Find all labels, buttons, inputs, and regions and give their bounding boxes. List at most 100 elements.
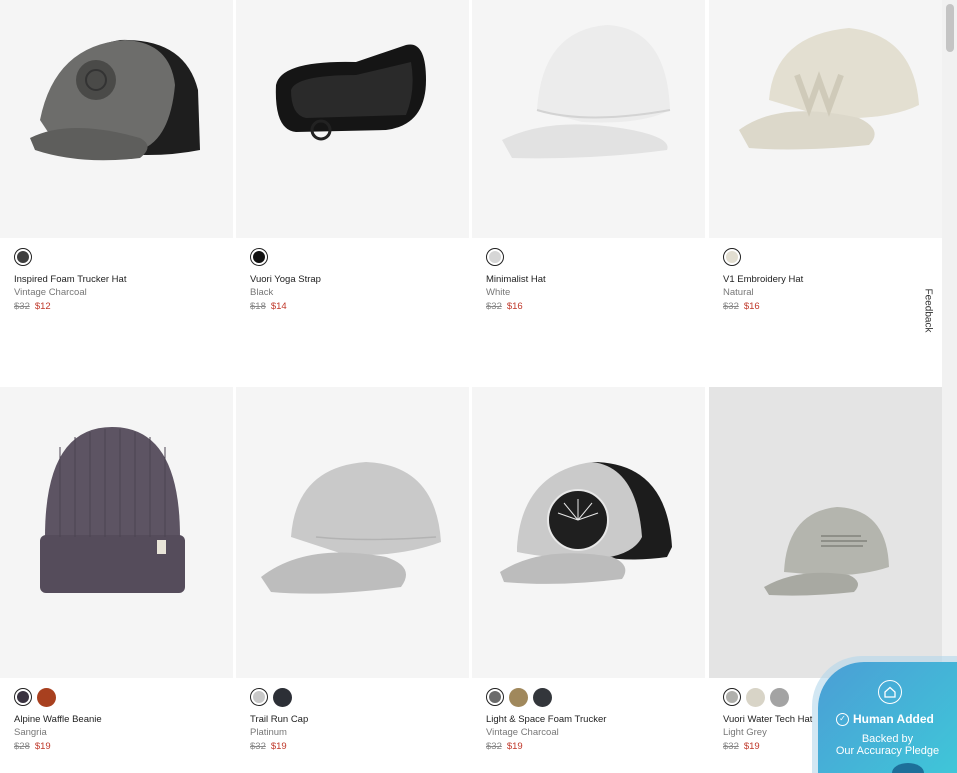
feedback-tab[interactable]: Feedback <box>918 280 938 340</box>
feedback-label: Feedback <box>922 288 934 332</box>
original-price: $32 <box>14 301 30 312</box>
product-price: $32 $16 <box>486 301 523 312</box>
color-swatches <box>250 688 292 710</box>
original-price: $28 <box>14 741 30 752</box>
original-price: $32 <box>486 301 502 312</box>
product-price: $32 $19 <box>250 741 287 752</box>
swatch-color-dot <box>253 691 265 703</box>
badge-subtitle-line2: Our Accuracy Pledge <box>835 745 940 757</box>
swatch-color-dot <box>489 251 501 263</box>
color-swatches <box>250 248 268 270</box>
human-added-badge[interactable]: ✓ Human Added Backed by Our Accuracy Ple… <box>818 662 957 773</box>
product-color: Sangria <box>14 727 47 738</box>
color-swatch[interactable] <box>533 688 552 707</box>
swatch-color-dot <box>37 688 56 707</box>
color-swatch[interactable] <box>723 688 741 706</box>
swatch-color-dot <box>17 691 29 703</box>
sale-price: $19 <box>506 741 523 752</box>
swatch-color-dot <box>489 691 501 703</box>
product-card-light-space-foam-trucker[interactable]: Light & Space Foam Trucker Vintage Charc… <box>472 387 705 773</box>
product-color: Light Grey <box>723 727 767 738</box>
badge-decoration <box>892 763 924 773</box>
badge-title-text: Human Added <box>853 712 934 726</box>
color-swatches <box>723 688 789 710</box>
product-price: $32 $19 <box>486 741 523 752</box>
swatch-color-dot <box>273 688 292 707</box>
product-card-minimalist-hat[interactable]: Minimalist Hat White $32 $16 <box>472 0 705 386</box>
sale-price: $14 <box>270 301 287 312</box>
home-icon <box>878 680 902 704</box>
swatch-color-dot <box>253 251 265 263</box>
color-swatch[interactable] <box>14 248 32 266</box>
scrollbar-thumb[interactable] <box>946 4 954 52</box>
color-swatches <box>14 248 32 270</box>
sale-price: $12 <box>34 301 51 312</box>
product-card-vuori-yoga-strap[interactable]: Vuori Yoga Strap Black $18 $14 <box>236 0 469 386</box>
sale-price: $16 <box>506 301 523 312</box>
product-color: Platinum <box>250 727 287 738</box>
sale-price: $19 <box>34 741 51 752</box>
original-price: $32 <box>723 301 739 312</box>
product-name[interactable]: Inspired Foam Trucker Hat <box>14 274 126 285</box>
product-color: Vintage Charcoal <box>14 287 87 298</box>
product-name[interactable]: Trail Run Cap <box>250 714 308 725</box>
product-image[interactable] <box>236 0 469 238</box>
product-color: Natural <box>723 287 754 298</box>
product-name[interactable]: Minimalist Hat <box>486 274 546 285</box>
product-card-v1-embroidery-hat[interactable]: V1 Embroidery Hat Natural $32 $16 <box>709 0 942 386</box>
product-card-trail-run-cap[interactable]: Trail Run Cap Platinum $32 $19 <box>236 387 469 773</box>
color-swatch[interactable] <box>273 688 292 707</box>
color-swatch[interactable] <box>770 688 789 707</box>
original-price: $32 <box>250 741 266 752</box>
swatch-color-dot <box>509 688 528 707</box>
swatch-color-dot <box>726 691 738 703</box>
swatch-color-dot <box>746 688 765 707</box>
product-card-alpine-waffle-beanie[interactable]: Alpine Waffle Beanie Sangria $28 $19 <box>0 387 233 773</box>
swatch-color-dot <box>770 688 789 707</box>
color-swatch[interactable] <box>746 688 765 707</box>
product-image[interactable] <box>0 0 233 238</box>
product-price: $28 $19 <box>14 741 51 752</box>
product-image[interactable] <box>709 0 942 238</box>
product-image[interactable] <box>236 387 469 678</box>
swatch-color-dot <box>17 251 29 263</box>
product-name[interactable]: Vuori Yoga Strap <box>250 274 321 285</box>
color-swatch[interactable] <box>723 248 741 266</box>
product-price: $32 $16 <box>723 301 760 312</box>
product-name[interactable]: Light & Space Foam Trucker <box>486 714 606 725</box>
product-card-inspired-foam-trucker-hat[interactable]: Inspired Foam Trucker Hat Vintage Charco… <box>0 0 233 386</box>
color-swatches <box>723 248 741 270</box>
color-swatch[interactable] <box>509 688 528 707</box>
original-price: $32 <box>486 741 502 752</box>
scrollbar[interactable] <box>942 0 957 773</box>
color-swatch[interactable] <box>486 248 504 266</box>
product-image[interactable] <box>0 387 233 678</box>
product-name[interactable]: Vuori Water Tech Hat <box>723 714 812 725</box>
product-image[interactable] <box>472 387 705 678</box>
product-color: Black <box>250 287 274 298</box>
color-swatch[interactable] <box>14 688 32 706</box>
product-price: $18 $14 <box>250 301 287 312</box>
product-name[interactable]: Alpine Waffle Beanie <box>14 714 102 725</box>
swatch-color-dot <box>726 251 738 263</box>
color-swatch[interactable] <box>250 248 268 266</box>
product-name[interactable]: V1 Embroidery Hat <box>723 274 803 285</box>
color-swatch[interactable] <box>250 688 268 706</box>
original-price: $18 <box>250 301 266 312</box>
swatch-color-dot <box>533 688 552 707</box>
color-swatches <box>486 248 504 270</box>
product-color: White <box>486 287 511 298</box>
product-price: $32 $12 <box>14 301 51 312</box>
sale-price: $19 <box>743 741 760 752</box>
sale-price: $16 <box>743 301 760 312</box>
original-price: $32 <box>723 741 739 752</box>
badge-subtitle-line1: Backed by <box>861 733 914 745</box>
color-swatches <box>14 688 56 710</box>
sale-price: $19 <box>270 741 287 752</box>
product-image[interactable] <box>472 0 705 238</box>
product-color: Vintage Charcoal <box>486 727 559 738</box>
check-circle-icon: ✓ <box>836 712 849 726</box>
color-swatch[interactable] <box>37 688 56 707</box>
color-swatch[interactable] <box>486 688 504 706</box>
product-image[interactable] <box>709 387 942 678</box>
